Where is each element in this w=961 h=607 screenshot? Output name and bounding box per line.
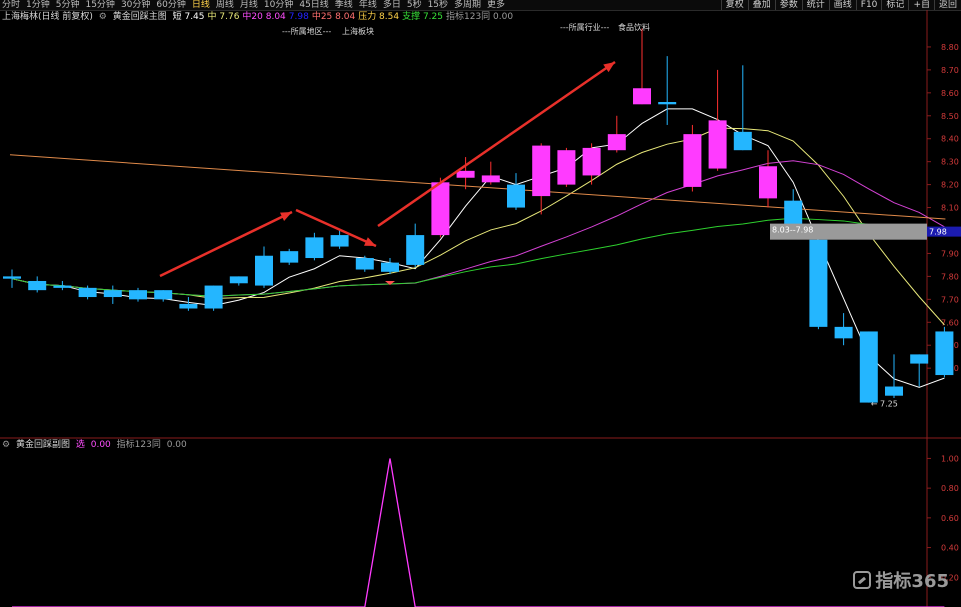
price-tick-label-5: 8.30 xyxy=(941,158,959,167)
candle-body-9 xyxy=(229,276,248,284)
price-tick-label-7: 8.10 xyxy=(941,204,959,213)
candle-body-22 xyxy=(557,150,576,185)
price-tick-label-6: 8.20 xyxy=(941,181,959,190)
sub-axis: 1.000.800.600.400.20 xyxy=(927,454,959,582)
price-range-text: 8.03--7.98 xyxy=(772,226,813,235)
price-tick-label-1: 8.70 xyxy=(941,66,959,75)
price-tick-label-11: 7.70 xyxy=(941,295,959,304)
candle-body-18 xyxy=(456,170,475,178)
candle-body-29 xyxy=(733,131,752,151)
candle-body-21 xyxy=(532,145,551,197)
candle-body-1 xyxy=(28,280,47,291)
sub-tick-label-1: 0.80 xyxy=(941,484,959,493)
candle-body-3 xyxy=(78,287,97,298)
candle-body-12 xyxy=(305,237,324,259)
candles xyxy=(3,28,954,403)
candle-body-6 xyxy=(154,290,173,300)
candle-body-15 xyxy=(381,262,399,272)
industry-value: 食品饮料 xyxy=(618,22,650,32)
candle-body-30 xyxy=(759,166,777,199)
candle-body-32 xyxy=(809,239,828,327)
candle-body-25 xyxy=(633,88,651,105)
price-tick-label-2: 8.60 xyxy=(941,89,959,98)
sub-tick-label-0: 1.00 xyxy=(941,454,959,463)
candle-body-7 xyxy=(179,303,198,309)
candle-body-0 xyxy=(3,276,21,279)
price-tick-label-9: 7.90 xyxy=(941,249,959,258)
trend-arrow-3-shaft xyxy=(377,60,616,228)
region-label: ---所属地区--- xyxy=(282,26,331,36)
candle-body-24 xyxy=(607,134,626,151)
candle-body-13 xyxy=(330,235,349,247)
ma-long-line xyxy=(9,154,946,220)
candle-body-11 xyxy=(280,251,299,263)
sub-tick-label-2: 0.60 xyxy=(941,514,959,523)
candle-body-20 xyxy=(507,184,525,208)
candle-body-14 xyxy=(355,258,374,270)
signal-line xyxy=(12,458,945,607)
trend-arrow-3 xyxy=(377,60,616,228)
watermark-logo-icon xyxy=(853,571,872,589)
price-tick-label-10: 7.80 xyxy=(941,272,959,281)
current-price-tag-text: 7.98 xyxy=(929,228,947,237)
candle-body-34 xyxy=(859,331,878,403)
candle-body-5 xyxy=(129,290,147,300)
price-tick-label-12: 7.60 xyxy=(941,318,959,327)
kline-chart[interactable]: 8.808.708.608.508.408.308.208.108.007.90… xyxy=(0,0,961,607)
price-tick-label-4: 8.40 xyxy=(941,135,959,144)
price-tick-label-3: 8.50 xyxy=(941,112,959,121)
sub-tick-label-3: 0.40 xyxy=(941,544,959,553)
industry-label: ---所属行业--- xyxy=(560,22,609,32)
candle-body-23 xyxy=(582,147,601,176)
candle-body-37 xyxy=(935,331,954,376)
candle-body-17 xyxy=(431,182,450,236)
region-value: 上海板块 xyxy=(342,26,374,36)
price-tick-label-0: 8.80 xyxy=(941,43,959,52)
candle-body-33 xyxy=(834,326,853,339)
watermark-text: 指标365 xyxy=(875,571,949,592)
candle-body-36 xyxy=(910,354,929,364)
candle-body-19 xyxy=(481,175,500,183)
candle-body-28 xyxy=(708,120,727,169)
low-price-label: ← 7.25 xyxy=(871,400,898,409)
candle-body-35 xyxy=(885,386,903,396)
candle-body-4 xyxy=(103,290,122,298)
ma-short-line xyxy=(11,108,945,388)
trend-arrow-3-head xyxy=(603,62,615,73)
candle-body-8 xyxy=(204,285,223,309)
candle-body-2 xyxy=(53,285,72,288)
watermark: 指标365 xyxy=(853,567,949,593)
candle-body-16 xyxy=(406,235,425,265)
candle-body-26 xyxy=(658,102,677,105)
candle-body-10 xyxy=(255,255,273,286)
candle-body-27 xyxy=(683,134,702,187)
